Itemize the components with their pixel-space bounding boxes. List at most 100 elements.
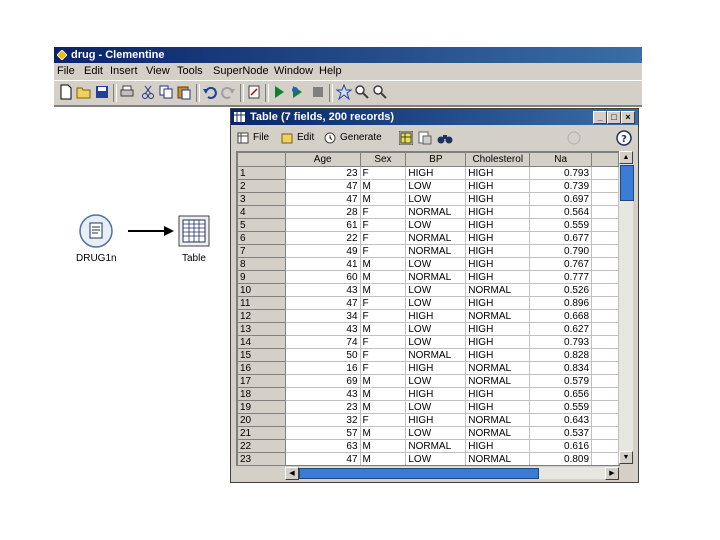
na-cell[interactable]: 0.828	[529, 348, 593, 362]
age-cell[interactable]: 47	[284, 179, 361, 193]
row-number-cell[interactable]: 14	[237, 335, 286, 349]
na-cell[interactable]: 0.559	[529, 218, 593, 232]
sex-cell[interactable]: F	[359, 413, 407, 427]
age-cell[interactable]: 49	[284, 244, 361, 258]
table-row[interactable]: 17 69 M LOW NORMAL 0.579	[237, 374, 619, 388]
cholesterol-cell[interactable]: NORMAL	[465, 426, 531, 440]
row-number-cell[interactable]: 3	[237, 192, 286, 206]
age-cell[interactable]: 74	[284, 335, 361, 349]
row-number-cell[interactable]: 18	[237, 387, 286, 401]
bp-cell[interactable]: NORMAL	[405, 244, 467, 258]
cholesterol-cell[interactable]: HIGH	[465, 231, 531, 245]
row-number-cell[interactable]: 7	[237, 244, 286, 258]
cholesterol-cell[interactable]: NORMAL	[465, 452, 531, 465]
bp-cell[interactable]: LOW	[405, 257, 467, 271]
minimize-button[interactable]: _	[593, 111, 607, 124]
cholesterol-cell[interactable]: HIGH	[465, 439, 531, 453]
age-cell[interactable]: 23	[284, 166, 361, 180]
bp-cell[interactable]: LOW	[405, 322, 467, 336]
annotation-icon[interactable]	[418, 131, 432, 145]
table-row[interactable]: 16 16 F HIGH NORMAL 0.834	[237, 361, 619, 375]
zoom-in-icon[interactable]	[354, 84, 370, 100]
na-cell[interactable]: 0.564	[529, 205, 593, 219]
sex-cell[interactable]: M	[359, 257, 407, 271]
sex-cell[interactable]: F	[359, 205, 407, 219]
menu-tools[interactable]: Tools	[177, 63, 203, 79]
bp-cell[interactable]: LOW	[405, 400, 467, 414]
stop-icon[interactable]	[567, 131, 581, 145]
sex-cell[interactable]: M	[359, 270, 407, 284]
cholesterol-cell[interactable]: NORMAL	[465, 413, 531, 427]
bp-cell[interactable]: LOW	[405, 192, 467, 206]
cholesterol-cell[interactable]: HIGH	[465, 400, 531, 414]
sex-cell[interactable]: F	[359, 218, 407, 232]
cholesterol-cell[interactable]: HIGH	[465, 244, 531, 258]
vertical-scroll-thumb[interactable]	[620, 165, 634, 201]
stop-icon[interactable]	[310, 84, 326, 100]
scroll-down-button[interactable]: ▼	[619, 451, 633, 464]
row-number-cell[interactable]: 16	[237, 361, 286, 375]
row-number-cell[interactable]: 8	[237, 257, 286, 271]
table-menu-file[interactable]: File	[253, 127, 269, 149]
bp-cell[interactable]: LOW	[405, 374, 467, 388]
table-row[interactable]: 2 47 M LOW HIGH 0.739	[237, 179, 619, 193]
bp-cell[interactable]: LOW	[405, 179, 467, 193]
menu-window[interactable]: Window	[274, 63, 313, 79]
new-icon[interactable]	[58, 84, 74, 100]
print-icon[interactable]	[119, 84, 135, 100]
age-cell[interactable]: 60	[284, 270, 361, 284]
row-number-cell[interactable]: 5	[237, 218, 286, 232]
age-cell[interactable]: 34	[284, 309, 361, 323]
cholesterol-cell[interactable]: HIGH	[465, 322, 531, 336]
row-number-cell[interactable]: 17	[237, 374, 286, 388]
help-icon[interactable]: ?	[616, 130, 632, 146]
cholesterol-cell[interactable]: HIGH	[465, 179, 531, 193]
row-number-cell[interactable]: 10	[237, 283, 286, 297]
row-number-cell[interactable]: 19	[237, 400, 286, 414]
sex-cell[interactable]: F	[359, 348, 407, 362]
horizontal-scroll-thumb[interactable]	[299, 468, 539, 479]
table-row[interactable]: 7 49 F NORMAL HIGH 0.790	[237, 244, 619, 258]
cholesterol-cell[interactable]: HIGH	[465, 387, 531, 401]
na-cell[interactable]: 0.697	[529, 192, 593, 206]
age-cell[interactable]: 63	[284, 439, 361, 453]
bp-cell[interactable]: NORMAL	[405, 348, 467, 362]
bp-cell[interactable]: LOW	[405, 296, 467, 310]
na-cell[interactable]: 0.643	[529, 413, 593, 427]
age-cell[interactable]: 43	[284, 387, 361, 401]
paste-icon[interactable]	[176, 84, 192, 100]
row-number-cell[interactable]: 1	[237, 166, 286, 180]
age-cell[interactable]: 43	[284, 283, 361, 297]
sex-cell[interactable]: F	[359, 296, 407, 310]
sex-cell[interactable]: F	[359, 361, 407, 375]
row-number-cell[interactable]: 22	[237, 439, 286, 453]
age-cell[interactable]: 47	[284, 192, 361, 206]
bp-cell[interactable]: HIGH	[405, 361, 467, 375]
table-row[interactable]: 11 47 F LOW HIGH 0.896	[237, 296, 619, 310]
age-cell[interactable]: 57	[284, 426, 361, 440]
row-number-cell[interactable]: 13	[237, 322, 286, 336]
row-number-cell[interactable]: 21	[237, 426, 286, 440]
table-row[interactable]: 18 43 M HIGH HIGH 0.656	[237, 387, 619, 401]
vertical-scrollbar[interactable]: ▲ ▼	[619, 151, 634, 464]
bp-cell[interactable]: HIGH	[405, 413, 467, 427]
menu-supernode[interactable]: SuperNode	[213, 63, 269, 79]
row-number-cell[interactable]: 20	[237, 413, 286, 427]
table-row[interactable]: 5 61 F LOW HIGH 0.559	[237, 218, 619, 232]
bp-cell[interactable]: LOW	[405, 218, 467, 232]
cholesterol-cell[interactable]: HIGH	[465, 205, 531, 219]
table-row[interactable]: 3 47 M LOW HIGH 0.697	[237, 192, 619, 206]
na-cell[interactable]: 0.834	[529, 361, 593, 375]
age-cell[interactable]: 47	[284, 452, 361, 465]
na-cell[interactable]: 0.809	[529, 452, 593, 465]
na-cell[interactable]: 0.537	[529, 426, 593, 440]
na-cell[interactable]: 0.677	[529, 231, 593, 245]
cholesterol-cell[interactable]: HIGH	[465, 348, 531, 362]
bp-cell[interactable]: LOW	[405, 426, 467, 440]
table-row[interactable]: 13 43 M LOW HIGH 0.627	[237, 322, 619, 336]
bp-cell[interactable]: HIGH	[405, 387, 467, 401]
sex-cell[interactable]: M	[359, 322, 407, 336]
execute-selection-icon[interactable]	[289, 84, 305, 100]
cholesterol-cell[interactable]: HIGH	[465, 335, 531, 349]
menu-edit[interactable]: Edit	[84, 63, 103, 79]
